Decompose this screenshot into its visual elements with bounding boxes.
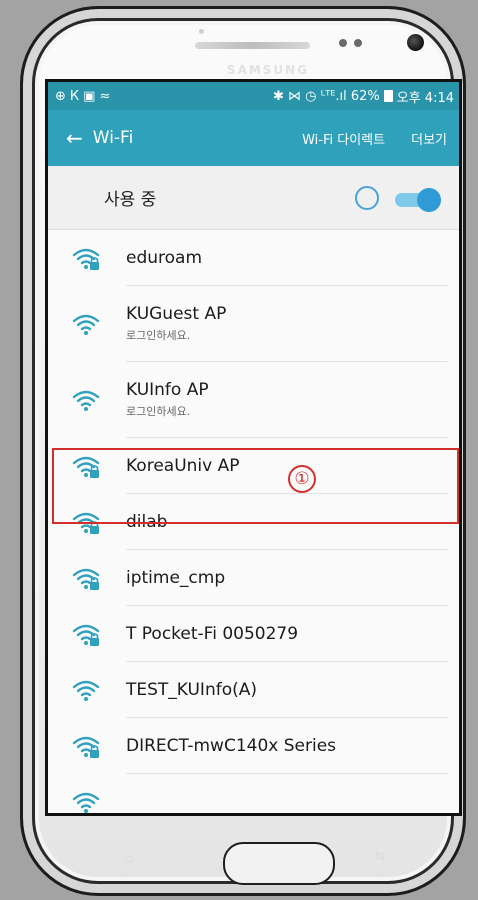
network-text: T Pocket-Fi 0050279 (126, 606, 447, 662)
clock-time: 오후 4:14 (396, 90, 454, 106)
network-text: KoreaUniv AP (126, 438, 447, 494)
wifi-secured-icon (72, 456, 100, 478)
annotation-marker: ① (288, 465, 316, 493)
list-item[interactable] (48, 774, 459, 813)
system-status: ✱ ⋈ ◷ ᴸᵀᴱ.ıl 62% 오후 4:14 (273, 87, 454, 106)
network-name: T Pocket-Fi 0050279 (126, 623, 299, 644)
earpiece-speaker (195, 42, 310, 49)
toggle-thumb (417, 187, 441, 212)
network-name: TEST_KUInfo(A) (126, 679, 258, 700)
wifi-open-icon (72, 680, 100, 701)
recent-apps-key[interactable]: ㅁ (123, 849, 135, 868)
network-subtitle: 로그인하세요. (126, 329, 191, 342)
wifi-direct-button[interactable]: Wi-Fi 다이렉트 (302, 129, 385, 148)
back-arrow-icon[interactable]: ← (66, 128, 83, 148)
wifi-open-icon (72, 792, 100, 813)
wifi-secured-icon (72, 512, 100, 534)
wifi-open-icon (72, 314, 100, 335)
network-text: TEST_KUInfo(A) (126, 662, 447, 718)
notification-icon: ⊕ (55, 88, 66, 104)
notification-icon: К (69, 88, 80, 104)
wifi-secured-icon (72, 736, 100, 758)
wifi-toggle[interactable] (395, 187, 441, 212)
front-camera (407, 34, 424, 51)
list-item[interactable]: T Pocket-Fi 0050279 (48, 606, 459, 662)
proximity-sensor (339, 39, 347, 47)
notification-icons: ⊕ К ▣ ≈ (55, 89, 110, 104)
list-item[interactable]: DIRECT-mwC140x Series (48, 718, 459, 774)
phone-screen: ⊕ К ▣ ≈ ✱ ⋈ ◷ ᴸᵀᴱ.ıl 62% 오후 4:14 ← Wi-Fi… (45, 79, 462, 816)
wifi-master-switch-row[interactable]: 사용 중 (48, 166, 459, 230)
signal-battery-text: ✱ ⋈ ◷ ᴸᵀᴱ.ıl 62% (273, 88, 380, 104)
wifi-status-icon: ≈ (99, 88, 111, 104)
network-text: DIRECT-mwC140x Series (126, 718, 447, 774)
brand-logo: SAMSUNG (226, 63, 310, 77)
list-item[interactable]: eduroam (48, 230, 459, 286)
list-item[interactable]: TEST_KUInfo(A) (48, 662, 459, 718)
list-item[interactable]: iptime_cmp (48, 550, 459, 606)
network-name: DIRECT-mwC140x Series (126, 735, 337, 756)
wifi-secured-icon (72, 568, 100, 590)
master-switch-label: 사용 중 (104, 190, 157, 210)
battery-icon (383, 90, 393, 102)
network-name: KoreaUniv AP (126, 455, 240, 476)
network-text: KUGuest AP 로그인하세요. (126, 286, 447, 362)
light-sensor (354, 39, 362, 47)
back-key[interactable]: ⇆ (375, 849, 386, 864)
network-text: iptime_cmp (126, 550, 447, 606)
wifi-open-icon (72, 390, 100, 411)
scanning-spinner-icon (355, 185, 379, 210)
network-name: dilab (126, 511, 168, 532)
app-bar: ← Wi-Fi Wi-Fi 다이렉트 더보기 (48, 110, 459, 166)
network-subtitle: 로그인하세요. (126, 405, 191, 418)
network-text: KUInfo AP 로그인하세요. (126, 362, 447, 438)
wifi-secured-icon (72, 624, 100, 646)
list-item[interactable]: KUGuest AP 로그인하세요. (48, 286, 459, 362)
more-button[interactable]: 더보기 (411, 129, 447, 148)
network-text (126, 774, 447, 813)
home-button[interactable] (223, 842, 335, 885)
network-name: KUInfo AP (126, 380, 209, 400)
network-name: KUGuest AP (126, 304, 227, 324)
list-item[interactable]: dilab (48, 494, 459, 550)
list-item[interactable]: KoreaUniv AP (48, 438, 459, 494)
wifi-secured-icon (72, 248, 100, 270)
page-title: Wi-Fi (92, 128, 134, 148)
network-text: dilab (126, 494, 447, 550)
sensor-dot (199, 29, 204, 34)
network-name: iptime_cmp (126, 567, 226, 588)
status-bar: ⊕ К ▣ ≈ ✱ ⋈ ◷ ᴸᵀᴱ.ıl 62% 오후 4:14 (48, 82, 459, 110)
network-list: eduroam KUGuest AP 로그인하세요. KUInfo AP 로그인하세요.… (48, 230, 459, 813)
notification-icon: ▣ (83, 88, 96, 104)
network-text: eduroam (126, 230, 447, 286)
network-name: eduroam (126, 247, 203, 268)
list-item[interactable]: KUInfo AP 로그인하세요. (48, 362, 459, 438)
